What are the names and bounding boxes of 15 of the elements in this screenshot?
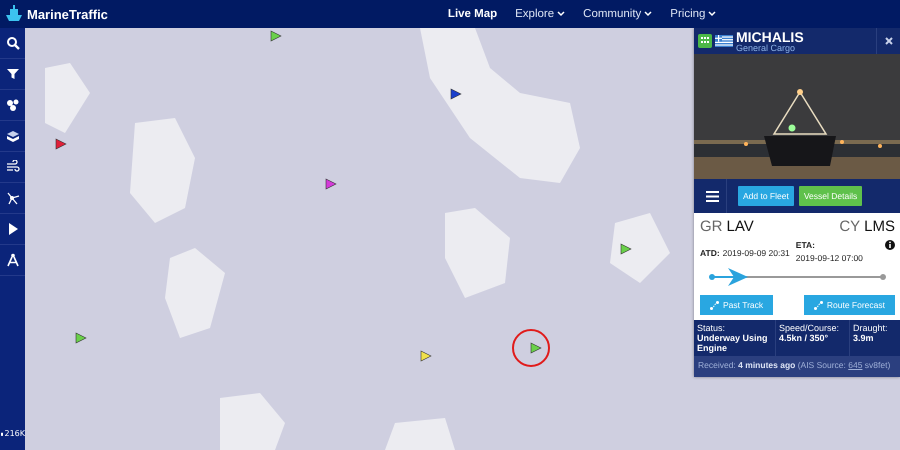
- cluster-icon[interactable]: [6, 98, 20, 112]
- nav-link[interactable]: Explore: [515, 4, 566, 24]
- ship-logo-icon: [4, 4, 24, 24]
- brand-name[interactable]: MarineTraffic: [27, 6, 108, 22]
- compass-icon[interactable]: [6, 253, 20, 267]
- ship-count-icon: [1, 430, 4, 436]
- nav-link[interactable]: Live Map: [448, 4, 498, 24]
- network-icon[interactable]: [6, 191, 20, 205]
- filter-icon[interactable]: [6, 67, 20, 81]
- nav-link[interactable]: Community: [583, 4, 652, 24]
- layers-icon[interactable]: [6, 129, 20, 143]
- ship-count: 216K: [4, 429, 25, 438]
- search-icon[interactable]: [6, 36, 20, 50]
- wind-icon[interactable]: [6, 160, 20, 174]
- nav-link[interactable]: Pricing: [670, 4, 716, 24]
